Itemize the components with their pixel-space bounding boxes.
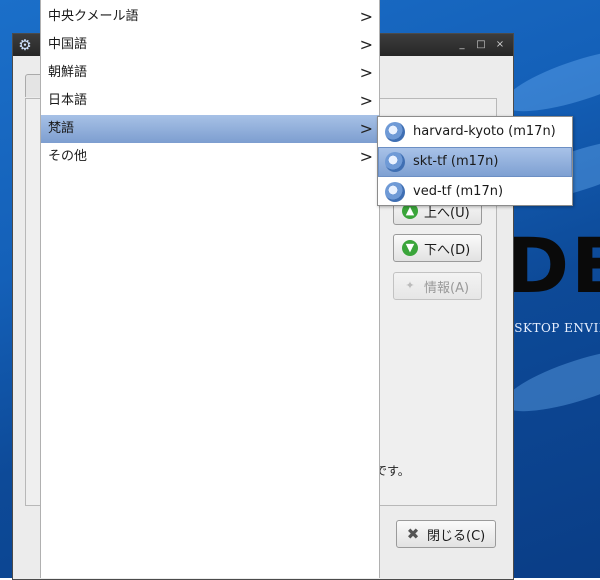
language-menu: 中央クメール語 > 中国語 > 朝鮮語 > 日本語 > 梵語 > その他 > <box>40 0 380 578</box>
menu-item-label: 日本語 <box>48 93 88 108</box>
submenu-item-label: harvard-kyoto (m17n) <box>413 124 556 139</box>
chevron-right-icon: > <box>359 63 373 82</box>
minimize-button[interactable]: _ <box>455 38 469 52</box>
gear-icon <box>385 152 405 172</box>
menu-item-japanese[interactable]: 日本語 > <box>41 87 379 115</box>
menu-item-label: 中央クメール語 <box>48 9 139 24</box>
menu-item-chinese[interactable]: 中国語 > <box>41 31 379 59</box>
submenu-item-label: ved-tf (m17n) <box>413 184 504 199</box>
menu-item-label: その他 <box>48 149 88 164</box>
input-method-submenu: harvard-kyoto (m17n) skt-tf (m17n) ved-t… <box>377 116 573 206</box>
info-button[interactable]: ✦ 情報(A) <box>393 272 482 300</box>
chevron-right-icon: > <box>359 119 373 138</box>
move-down-label: 下へ(D) <box>424 242 471 258</box>
chevron-right-icon: > <box>359 35 373 54</box>
close-window-button[interactable]: × <box>493 38 507 52</box>
kde-logo-subtitle: ESKTOP ENVIRON <box>505 321 600 335</box>
arrow-down-icon: ▼ <box>402 240 418 256</box>
gear-icon <box>385 122 405 142</box>
submenu-item-ved-tf[interactable]: ved-tf (m17n) <box>379 178 571 206</box>
kde-logo-text: DE <box>506 221 600 310</box>
chevron-right-icon: > <box>359 147 373 166</box>
menu-item-central-khmer[interactable]: 中央クメール語 > <box>41 3 379 31</box>
submenu-item-label: skt-tf (m17n) <box>413 154 499 169</box>
menu-item-label: 朝鮮語 <box>48 65 88 80</box>
chevron-right-icon: > <box>359 91 373 110</box>
menu-item-sanskrit[interactable]: 梵語 > <box>41 115 379 143</box>
close-icon: ✖ <box>406 525 420 543</box>
menu-item-label: 梵語 <box>48 121 75 136</box>
submenu-item-skt-tf[interactable]: skt-tf (m17n) <box>378 147 572 177</box>
close-label: 閉じる(C) <box>427 528 486 544</box>
submenu-item-harvard-kyoto[interactable]: harvard-kyoto (m17n) <box>379 118 571 146</box>
chevron-right-icon: > <box>359 7 373 26</box>
maximize-button[interactable]: □ <box>474 38 488 52</box>
gear-icon <box>385 182 405 202</box>
gear-icon[interactable]: ⚙ <box>16 36 34 54</box>
menu-item-label: 中国語 <box>48 37 88 52</box>
star-icon: ✦ <box>405 279 415 292</box>
close-button[interactable]: ✖ 閉じる(C) <box>396 520 496 548</box>
menu-item-other[interactable]: その他 > <box>41 143 379 171</box>
info-label: 情報(A) <box>424 280 470 296</box>
menu-item-korean[interactable]: 朝鮮語 > <box>41 59 379 87</box>
description-text: です。 <box>375 464 410 478</box>
move-down-button[interactable]: ▼ 下へ(D) <box>393 234 482 262</box>
